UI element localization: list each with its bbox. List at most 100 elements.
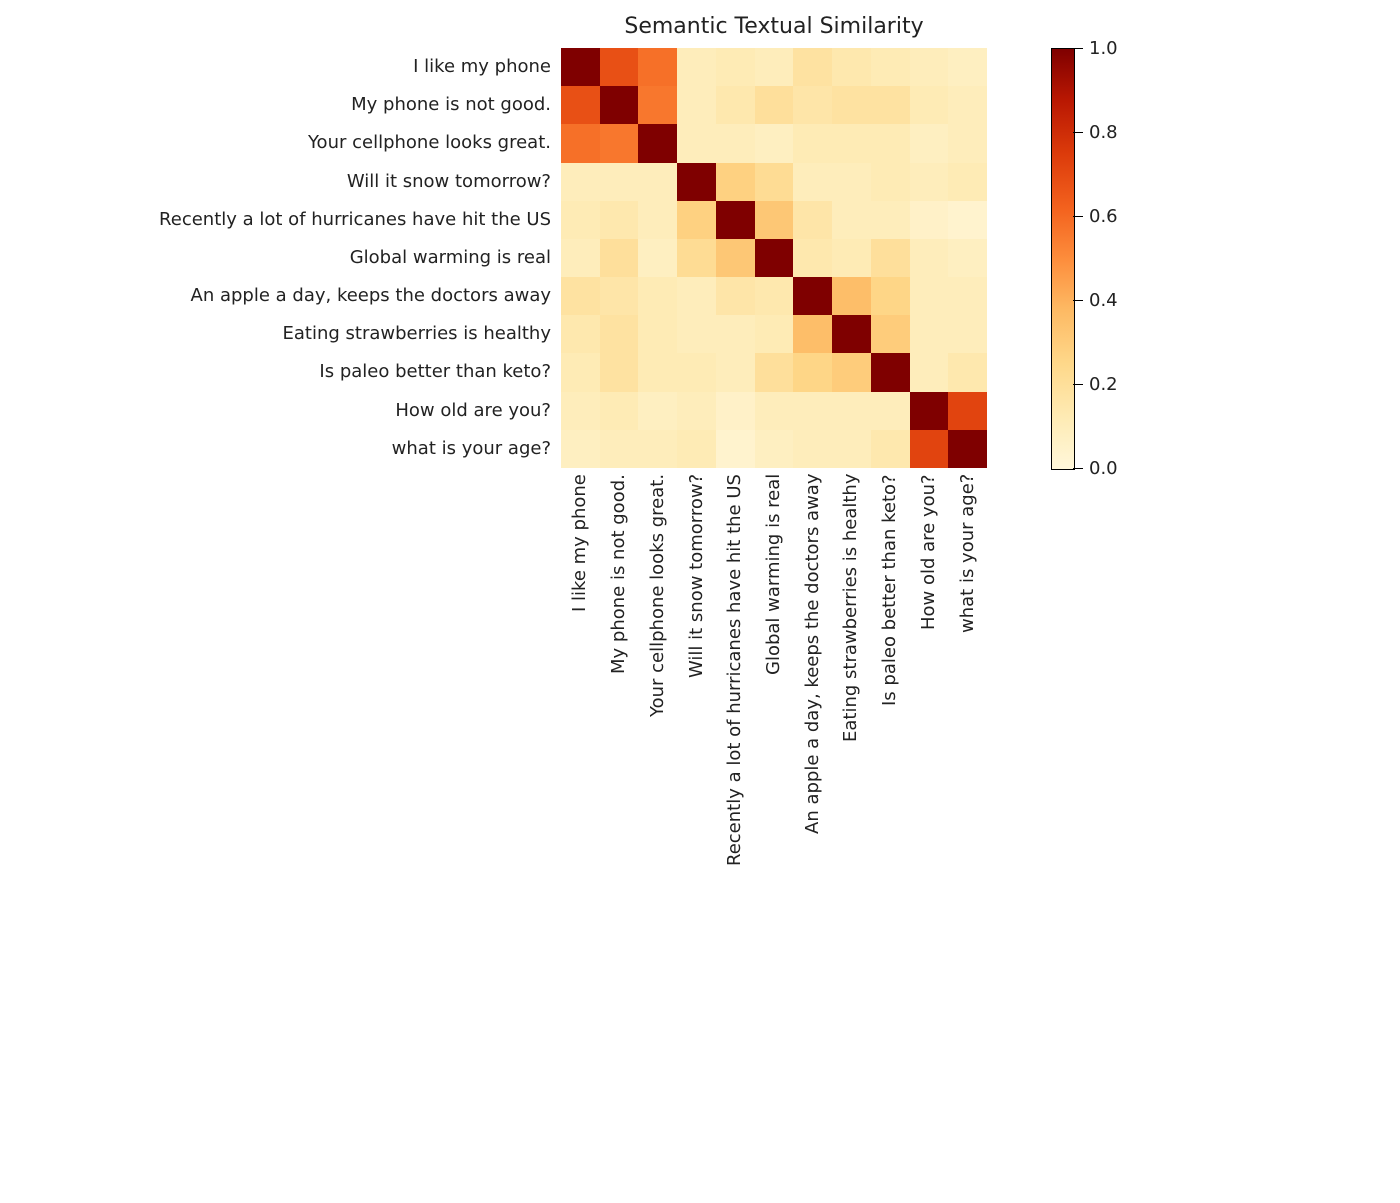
heatmap-cell xyxy=(755,124,794,162)
heatmap-cell xyxy=(832,353,871,391)
heatmap-cell xyxy=(561,277,600,315)
tick-mark xyxy=(1073,468,1083,469)
colorbar-tick-label: 0.2 xyxy=(1089,374,1118,395)
heatmap-cell xyxy=(600,124,639,162)
heatmap-cell xyxy=(677,86,716,124)
chart-title: Semantic Textual Similarity xyxy=(561,14,987,39)
heatmap-cell xyxy=(755,392,794,430)
heatmap-cell xyxy=(871,86,910,124)
heatmap-cell xyxy=(910,239,949,277)
heatmap-cell xyxy=(832,239,871,277)
heatmap-cell xyxy=(561,315,600,353)
heatmap-cell xyxy=(716,353,755,391)
y-tick-label: An apple a day, keeps the doctors away xyxy=(0,287,551,305)
heatmap-cell xyxy=(793,163,832,201)
heatmap-cell xyxy=(638,163,677,201)
x-tick-label: How old are you? xyxy=(920,474,938,1203)
heatmap-cell xyxy=(755,353,794,391)
y-tick-label: Eating strawberries is healthy xyxy=(0,325,551,343)
x-tick-label: Recently a lot of hurricanes have hit th… xyxy=(726,474,744,1203)
heatmap-cell xyxy=(638,430,677,468)
heatmap-cell xyxy=(793,239,832,277)
heatmap-cell xyxy=(871,239,910,277)
x-tick-label: My phone is not good. xyxy=(610,474,628,1203)
heatmap-cell xyxy=(832,430,871,468)
heatmap-cell xyxy=(638,239,677,277)
colorbar-ticks: 0.00.20.40.60.81.0 xyxy=(1073,48,1153,468)
heatmap-cell xyxy=(948,353,987,391)
heatmap-cell xyxy=(910,86,949,124)
heatmap-cell xyxy=(832,86,871,124)
heatmap-cell xyxy=(871,430,910,468)
heatmap-cell xyxy=(677,277,716,315)
heatmap-cell xyxy=(910,163,949,201)
heatmap-cell xyxy=(832,124,871,162)
heatmap-cell xyxy=(832,201,871,239)
y-tick-label: Global warming is real xyxy=(0,249,551,267)
heatmap-cell xyxy=(561,201,600,239)
colorbar-gradient xyxy=(1051,48,1075,470)
x-tick-label: Will it snow tomorrow? xyxy=(688,474,706,1203)
heatmap-cell xyxy=(793,48,832,86)
colorbar-tick: 1.0 xyxy=(1073,38,1118,59)
heatmap-cell xyxy=(600,239,639,277)
heatmap-cell xyxy=(755,163,794,201)
heatmap-cell xyxy=(677,392,716,430)
heatmap-cell xyxy=(677,315,716,353)
heatmap-cell xyxy=(600,277,639,315)
heatmap-cell xyxy=(755,48,794,86)
heatmap-cell xyxy=(677,48,716,86)
heatmap-cell xyxy=(561,124,600,162)
heatmap-cell xyxy=(561,353,600,391)
heatmap-cell xyxy=(716,277,755,315)
heatmap-cell xyxy=(677,353,716,391)
x-tick-label: Your cellphone looks great. xyxy=(649,474,667,1203)
heatmap-cell xyxy=(755,430,794,468)
heatmap-cell xyxy=(832,48,871,86)
heatmap-cell xyxy=(561,48,600,86)
heatmap-cell xyxy=(871,201,910,239)
heatmap-cell xyxy=(793,430,832,468)
heatmap-cell xyxy=(793,315,832,353)
heatmap-cell xyxy=(600,48,639,86)
heatmap-cell xyxy=(755,201,794,239)
heatmap-cell xyxy=(600,163,639,201)
x-tick-label: Eating strawberries is healthy xyxy=(842,474,860,1203)
heatmap-cell xyxy=(561,430,600,468)
heatmap-cell xyxy=(910,201,949,239)
heatmap-cell xyxy=(948,239,987,277)
tick-mark xyxy=(1073,384,1083,385)
heatmap-cell xyxy=(716,239,755,277)
heatmap-cell xyxy=(755,86,794,124)
x-tick-label: Global warming is real xyxy=(765,474,783,1203)
heatmap-cell xyxy=(755,315,794,353)
heatmap-cell xyxy=(716,392,755,430)
heatmap-cell xyxy=(600,430,639,468)
heatmap-cell xyxy=(793,86,832,124)
heatmap-cell xyxy=(948,315,987,353)
y-tick-label: Is paleo better than keto? xyxy=(0,363,551,381)
heatmap-cell xyxy=(677,124,716,162)
heatmap-cell xyxy=(948,163,987,201)
x-axis-labels: I like my phone My phone is not good. Your… xyxy=(561,474,987,1203)
heatmap-cell xyxy=(638,277,677,315)
heatmap-cell xyxy=(638,201,677,239)
tick-mark xyxy=(1073,216,1083,217)
heatmap-cell xyxy=(561,163,600,201)
heatmap-cell xyxy=(638,86,677,124)
heatmap-cell xyxy=(910,353,949,391)
x-tick-label: I like my phone xyxy=(571,474,589,1203)
heatmap-cell xyxy=(638,315,677,353)
x-tick-label: An apple a day, keeps the doctors away xyxy=(804,474,822,1203)
colorbar-tick-label: 1.0 xyxy=(1089,38,1118,59)
heatmap-cell xyxy=(716,163,755,201)
heatmap-cell xyxy=(793,353,832,391)
tick-mark xyxy=(1073,48,1083,49)
heatmap-cell xyxy=(600,353,639,391)
colorbar-tick-label: 0.6 xyxy=(1089,206,1118,227)
heatmap-cell xyxy=(948,201,987,239)
heatmap-cell xyxy=(871,124,910,162)
heatmap-cell xyxy=(910,392,949,430)
heatmap-cell xyxy=(948,48,987,86)
heatmap-cell xyxy=(871,277,910,315)
